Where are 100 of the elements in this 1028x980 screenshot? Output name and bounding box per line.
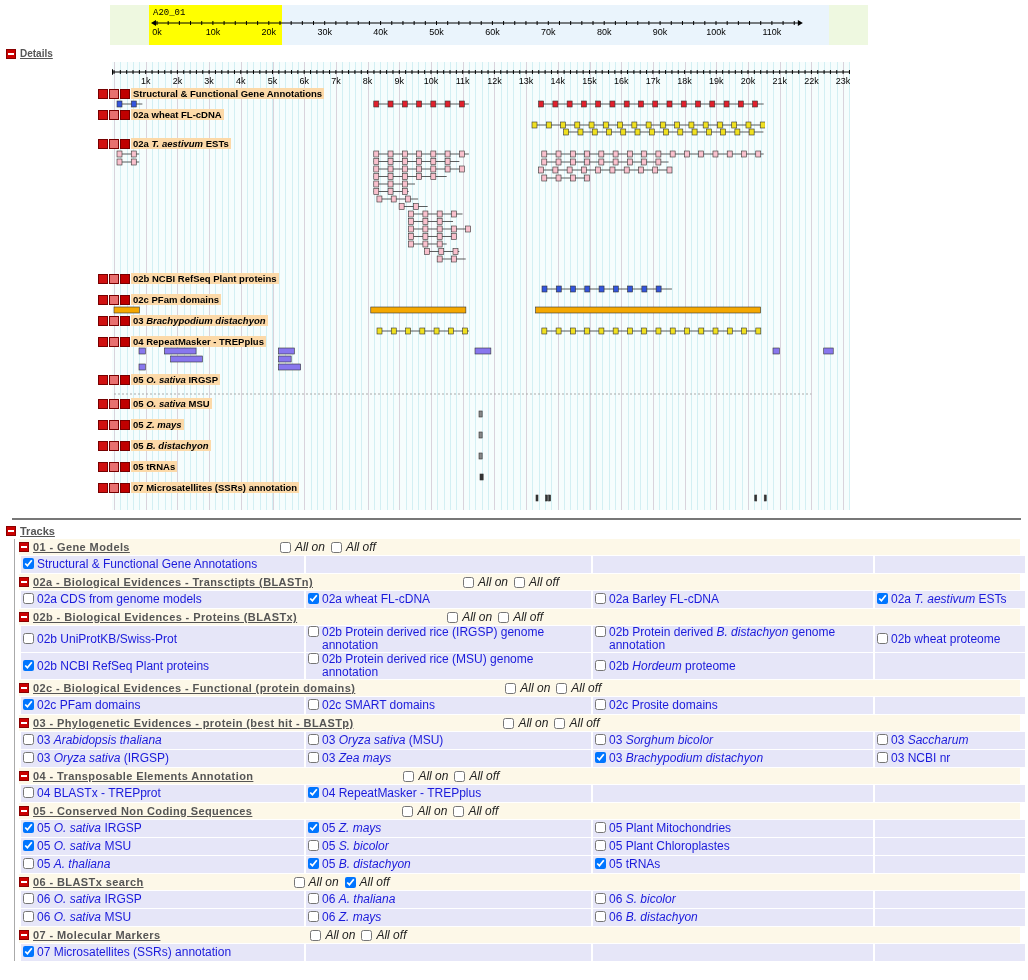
all-on-checkbox[interactable] <box>447 611 459 623</box>
collapse-icon[interactable] <box>19 771 29 781</box>
minus-icon[interactable] <box>98 109 108 120</box>
track-checkbox[interactable] <box>23 659 34 671</box>
checkbox-label[interactable]: All on <box>418 769 449 783</box>
collapse-icon[interactable] <box>19 930 29 940</box>
track-checkbox[interactable] <box>877 752 888 763</box>
help-icon[interactable] <box>120 109 130 120</box>
minus-icon[interactable] <box>98 482 108 493</box>
minus-icon[interactable] <box>98 88 108 99</box>
track-checkbox[interactable] <box>595 699 606 710</box>
track-name[interactable]: 05 S. bicolor <box>322 840 389 853</box>
checkbox-label[interactable]: All on <box>518 716 549 730</box>
track-name[interactable]: 06 O. sativa MSU <box>37 911 132 924</box>
collapse-icon[interactable] <box>19 612 29 622</box>
collapse-icon[interactable] <box>19 806 29 816</box>
help-icon[interactable] <box>120 273 130 284</box>
help-icon[interactable] <box>120 440 130 451</box>
checkbox-label[interactable]: All off <box>359 875 390 889</box>
track-checkbox[interactable] <box>595 593 606 604</box>
track-name[interactable]: 02b UniProtKB/Swiss-Prot <box>37 632 178 646</box>
help-icon[interactable] <box>120 398 130 409</box>
square-icon[interactable] <box>109 336 119 347</box>
track-name[interactable]: 06 B. distachyon <box>609 911 698 924</box>
help-icon[interactable] <box>120 138 130 149</box>
track-checkbox[interactable] <box>23 822 34 833</box>
minus-icon[interactable] <box>98 294 108 305</box>
track-checkbox[interactable] <box>308 787 319 798</box>
category-title[interactable]: 02c - Biological Evidences - Functional (protein domains) <box>33 682 356 694</box>
checkbox-label[interactable]: All off <box>569 716 600 730</box>
checkbox-label[interactable]: All off <box>468 804 499 818</box>
minus-icon[interactable] <box>98 315 108 326</box>
track-checkbox[interactable] <box>595 911 606 922</box>
minus-icon[interactable] <box>98 138 108 149</box>
track-checkbox[interactable] <box>23 946 34 957</box>
checkbox-label[interactable]: All off <box>345 540 376 554</box>
all-on-checkbox[interactable] <box>503 717 515 729</box>
all-off-checkbox[interactable] <box>554 717 566 729</box>
square-icon[interactable] <box>109 294 119 305</box>
collapse-icon[interactable] <box>6 48 16 59</box>
track-checkbox[interactable] <box>595 822 606 833</box>
track-checkbox[interactable] <box>595 752 606 763</box>
track-name[interactable]: 02a T. aestivum ESTs <box>891 593 1007 606</box>
track-checkbox[interactable] <box>595 858 606 869</box>
track-name[interactable]: 06 O. sativa IRGSP <box>37 893 142 906</box>
minus-icon[interactable] <box>98 398 108 409</box>
track-name[interactable]: 05 Plant Mitochondries <box>609 822 732 835</box>
track-checkbox[interactable] <box>23 911 34 922</box>
track-name[interactable]: 02a CDS from genome models <box>37 593 202 606</box>
track-checkbox[interactable] <box>23 593 34 604</box>
square-icon[interactable] <box>109 138 119 149</box>
track-name[interactable]: 02b Protein derived rice (IRGSP) genome annotation <box>322 626 591 652</box>
all-on-checkbox[interactable] <box>505 682 517 694</box>
category-title[interactable]: 01 - Gene Models <box>33 541 130 553</box>
all-off-checkbox[interactable] <box>514 576 526 588</box>
track-checkbox[interactable] <box>595 893 606 904</box>
track-checkbox[interactable] <box>308 593 319 604</box>
track-checkbox[interactable] <box>308 822 319 833</box>
help-icon[interactable] <box>120 315 130 326</box>
help-icon[interactable] <box>120 88 130 99</box>
track-name[interactable]: 03 Arabidopsis thaliana <box>37 734 162 747</box>
category-title[interactable]: 04 - Transposable Elements Annotation <box>33 770 254 782</box>
track-checkbox[interactable] <box>595 734 606 745</box>
category-title[interactable]: 03 - Phylogenetic Evidences - protein (best hit - BLASTp) <box>33 717 354 729</box>
track-checkbox[interactable] <box>595 840 606 851</box>
track-name[interactable]: 02c Prosite domains <box>609 699 718 712</box>
checkbox-label[interactable]: All off <box>571 681 602 695</box>
section-title[interactable]: Details <box>20 48 53 59</box>
track-name[interactable]: Structural & Functional Gene Annotations <box>37 558 258 571</box>
track-checkbox[interactable] <box>23 632 34 644</box>
track-name[interactable]: 02b Protein derived B. distachyon genome annotation <box>609 626 873 652</box>
collapse-icon[interactable] <box>19 577 29 587</box>
track-checkbox[interactable] <box>23 558 34 569</box>
track-checkbox[interactable] <box>595 626 606 637</box>
track-checkbox[interactable] <box>23 699 34 710</box>
all-off-checkbox[interactable] <box>344 876 356 888</box>
track-checkbox[interactable] <box>877 734 888 745</box>
help-icon[interactable] <box>120 374 130 385</box>
track-name[interactable]: 02b wheat proteome <box>891 632 1001 646</box>
all-on-checkbox[interactable] <box>403 770 415 782</box>
minus-icon[interactable] <box>98 273 108 284</box>
minus-icon[interactable] <box>98 461 108 472</box>
collapse-icon[interactable] <box>19 718 29 728</box>
category-title[interactable]: 07 - Molecular Markers <box>33 929 161 941</box>
help-icon[interactable] <box>120 419 130 430</box>
all-on-checkbox[interactable] <box>293 876 305 888</box>
track-name[interactable]: 04 BLASTx - TREPprot <box>37 787 161 800</box>
help-icon[interactable] <box>120 294 130 305</box>
track-checkbox[interactable] <box>308 653 319 664</box>
track-name[interactable]: 03 Brachypodium distachyon <box>609 752 764 765</box>
track-checkbox[interactable] <box>308 699 319 710</box>
all-off-checkbox[interactable] <box>361 929 373 941</box>
track-name[interactable]: 02b Hordeum proteome <box>609 659 736 673</box>
track-checkbox[interactable] <box>308 734 319 745</box>
checkbox-label[interactable]: All on <box>417 804 448 818</box>
square-icon[interactable] <box>109 315 119 326</box>
checkbox-label[interactable]: All off <box>469 769 500 783</box>
all-off-checkbox[interactable] <box>556 682 568 694</box>
track-name[interactable]: 05 O. sativa MSU <box>37 840 132 853</box>
track-checkbox[interactable] <box>23 893 34 904</box>
